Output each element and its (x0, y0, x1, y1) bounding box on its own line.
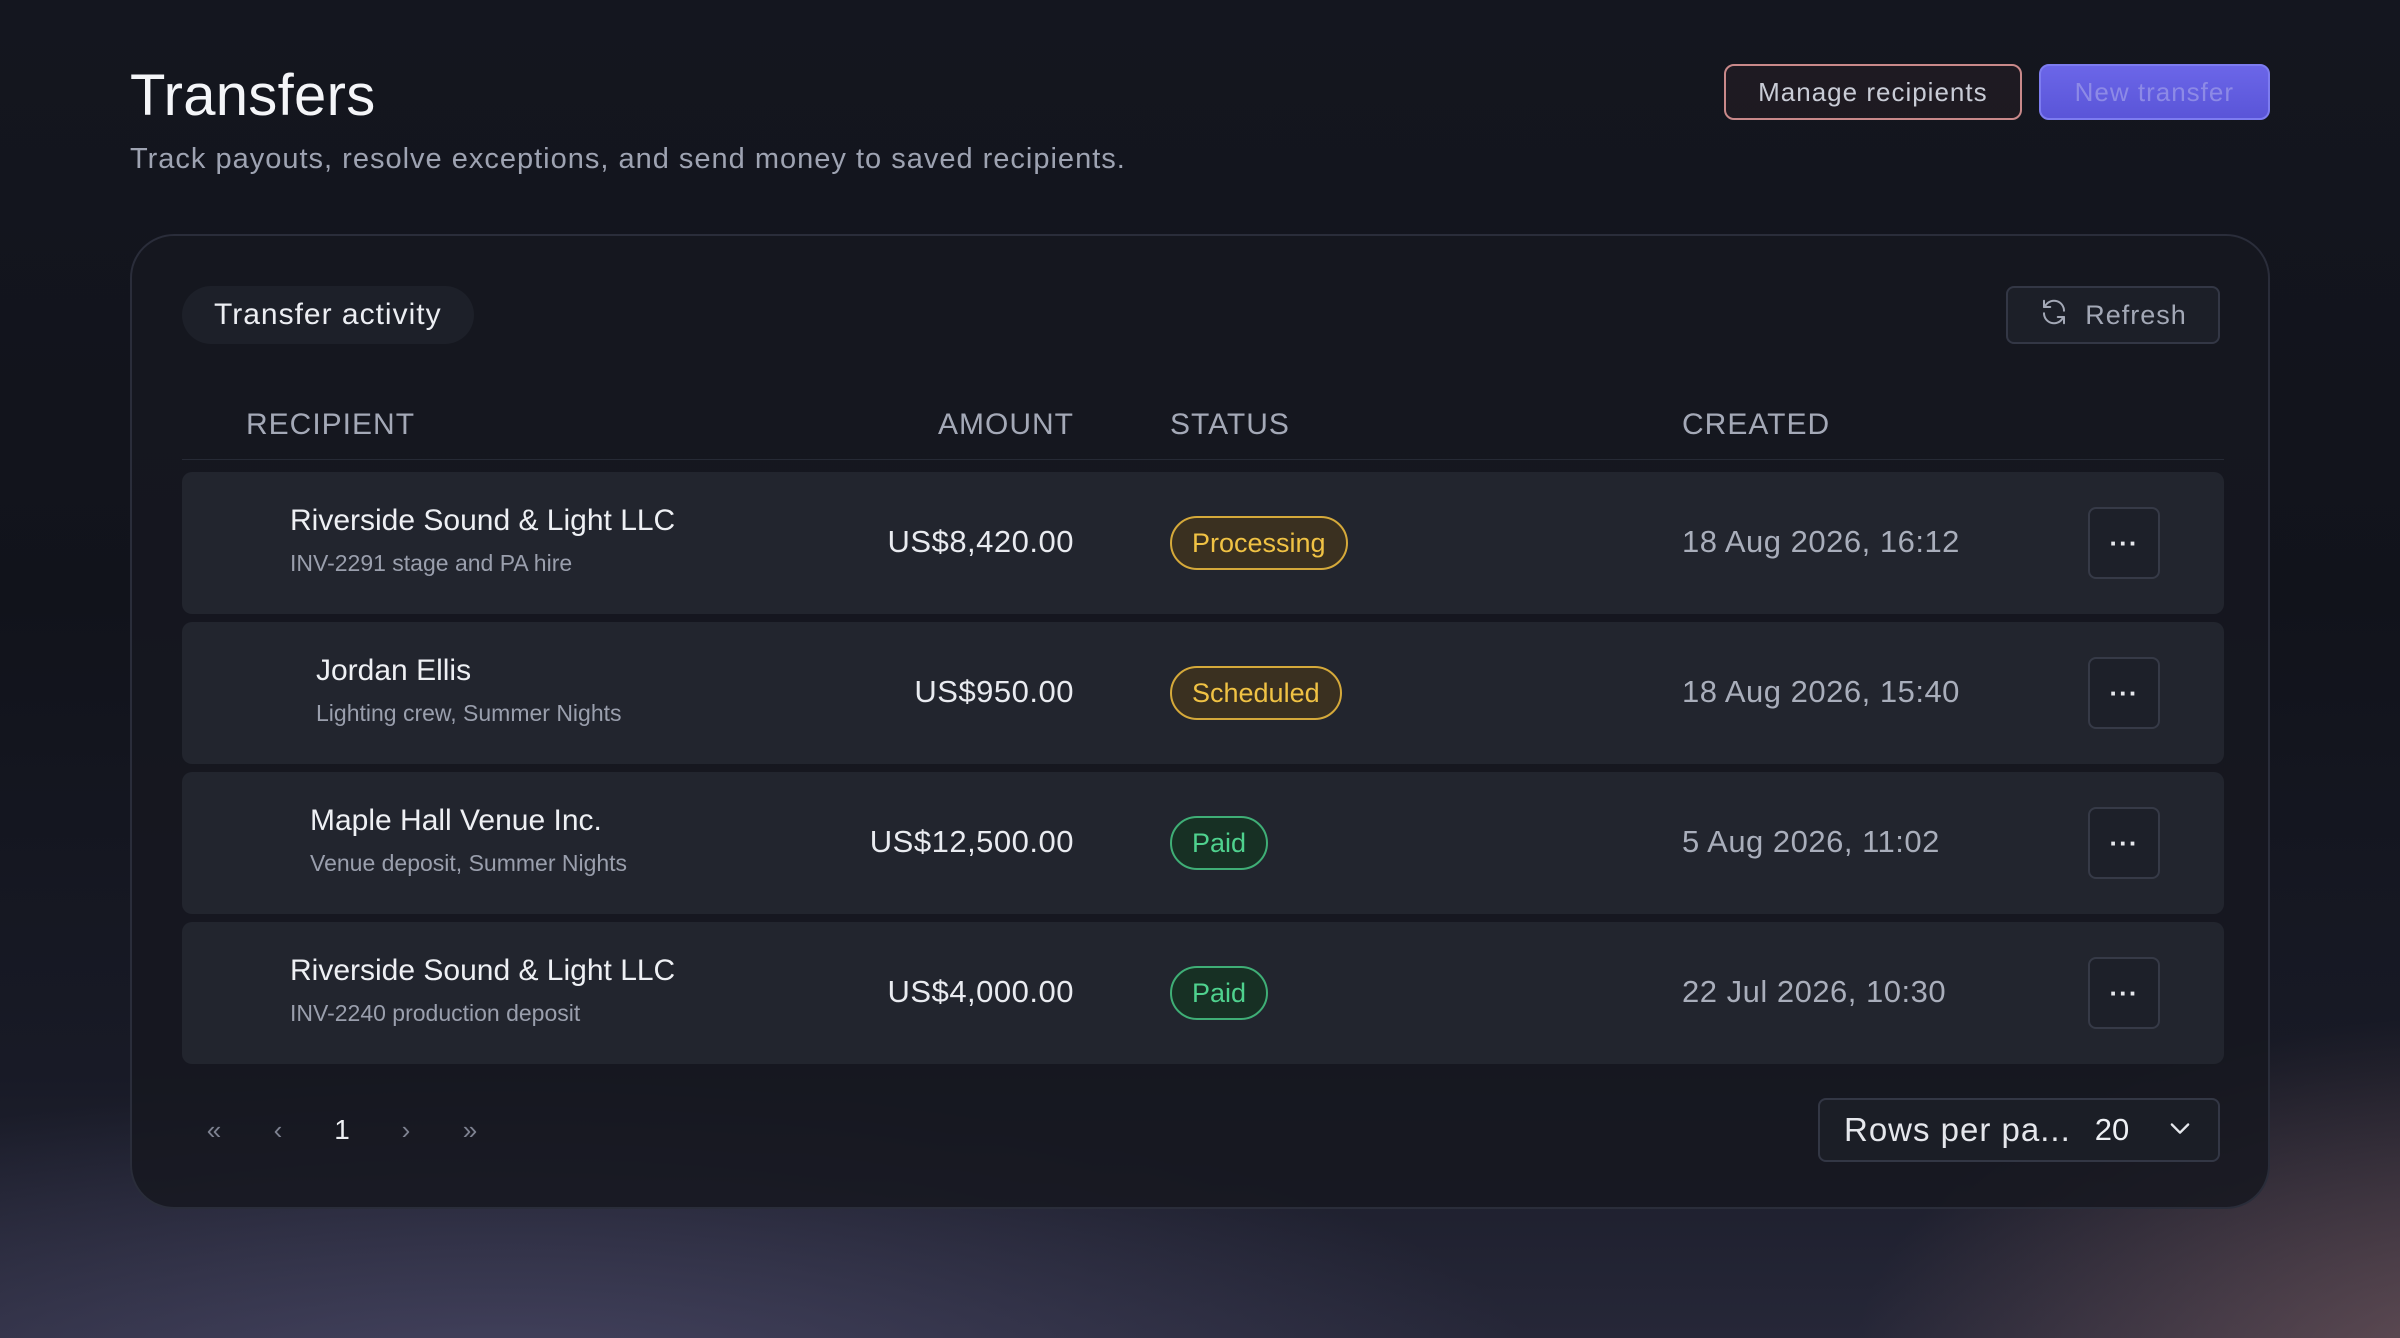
row-actions-button[interactable]: ··· (2088, 507, 2160, 579)
amount-cell: US$950.00 (914, 674, 1074, 709)
more-icon: ··· (2109, 977, 2139, 1008)
first-page-button[interactable]: « (182, 1098, 246, 1162)
more-icon: ··· (2109, 827, 2139, 858)
recipient-name: Maple Hall Venue Inc. (310, 804, 602, 837)
column-header-status: STATUS (1170, 408, 1290, 441)
refresh-icon (2039, 297, 2069, 334)
more-icon: ··· (2109, 677, 2139, 708)
recipient-reference: INV-2240 production deposit (290, 1000, 581, 1026)
column-header-created: CREATED (1682, 408, 1831, 441)
recipient-cell: Riverside Sound & Light LLC INV-2291 sta… (290, 504, 675, 577)
row-actions-button[interactable]: ··· (2088, 957, 2160, 1029)
recipient-reference: INV-2291 stage and PA hire (290, 550, 573, 576)
recipient-name: Riverside Sound & Light LLC (290, 504, 676, 537)
created-cell: 22 Jul 2026, 10:30 (1682, 974, 1947, 1009)
refresh-button[interactable]: Refresh (2006, 286, 2220, 344)
recipient-name: Jordan Ellis (316, 654, 472, 687)
amount-cell: US$4,000.00 (887, 974, 1074, 1009)
recipient-cell: Riverside Sound & Light LLC INV-2240 pro… (290, 954, 675, 1027)
page-title: Transfers (130, 63, 376, 128)
refresh-label: Refresh (2085, 299, 2187, 330)
row-actions-button[interactable]: ··· (2088, 807, 2160, 879)
next-page-button[interactable]: › (374, 1098, 438, 1162)
transfer-activity-card: Transfer activity Refresh RECIPIENT AMOU… (130, 234, 2270, 1209)
card-title: Transfer activity (182, 286, 474, 344)
amount-cell: US$12,500.00 (869, 824, 1074, 859)
column-header-amount: AMOUNT (938, 408, 1074, 441)
page-header: Transfers Track payouts, resolve excepti… (130, 62, 1126, 176)
row-actions-button[interactable]: ··· (2088, 657, 2160, 729)
recipient-name: Riverside Sound & Light LLC (290, 954, 676, 987)
current-page[interactable]: 1 (310, 1098, 374, 1162)
page-subtitle: Track payouts, resolve exceptions, and s… (130, 143, 1126, 175)
recipient-reference: Lighting crew, Summer Nights (316, 700, 622, 726)
recipient-cell: Maple Hall Venue Inc. Venue deposit, Sum… (310, 804, 627, 877)
status-badge: Processing (1170, 516, 1348, 570)
table-header: RECIPIENT AMOUNT STATUS CREATED (182, 408, 2224, 460)
rows-per-page-value: 20 (2094, 1112, 2130, 1147)
status-badge: Paid (1170, 816, 1269, 870)
created-cell: 5 Aug 2026, 11:02 (1682, 824, 1940, 859)
amount-cell: US$8,420.00 (887, 524, 1074, 559)
header-actions: Manage recipients New transfer (1724, 64, 2270, 120)
rows-per-page-label: Rows per pa... (1844, 1111, 2071, 1148)
table-body: Riverside Sound & Light LLC INV-2291 sta… (182, 472, 2224, 1072)
manage-recipients-button[interactable]: Manage recipients (1724, 64, 2022, 120)
table-row[interactable]: Maple Hall Venue Inc. Venue deposit, Sum… (182, 772, 2224, 914)
table-row[interactable]: Jordan Ellis Lighting crew, Summer Night… (182, 622, 2224, 764)
recipient-reference: Venue deposit, Summer Nights (310, 850, 628, 876)
recipient-cell: Jordan Ellis Lighting crew, Summer Night… (316, 654, 622, 727)
status-badge: Paid (1170, 966, 1269, 1020)
new-transfer-button[interactable]: New transfer (2038, 64, 2270, 120)
created-cell: 18 Aug 2026, 16:12 (1682, 524, 1960, 559)
pagination: « ‹ 1 › » (182, 1098, 502, 1162)
table-row[interactable]: Riverside Sound & Light LLC INV-2291 sta… (182, 472, 2224, 614)
table-row[interactable]: Riverside Sound & Light LLC INV-2240 pro… (182, 922, 2224, 1064)
column-header-recipient: RECIPIENT (246, 408, 416, 441)
more-icon: ··· (2109, 527, 2139, 558)
created-cell: 18 Aug 2026, 15:40 (1682, 674, 1960, 709)
rows-per-page-select[interactable]: Rows per pa... 20 (1818, 1098, 2220, 1162)
last-page-button[interactable]: » (438, 1098, 502, 1162)
previous-page-button[interactable]: ‹ (246, 1098, 310, 1162)
chevron-down-icon (2166, 1114, 2194, 1147)
status-badge: Scheduled (1170, 666, 1342, 720)
